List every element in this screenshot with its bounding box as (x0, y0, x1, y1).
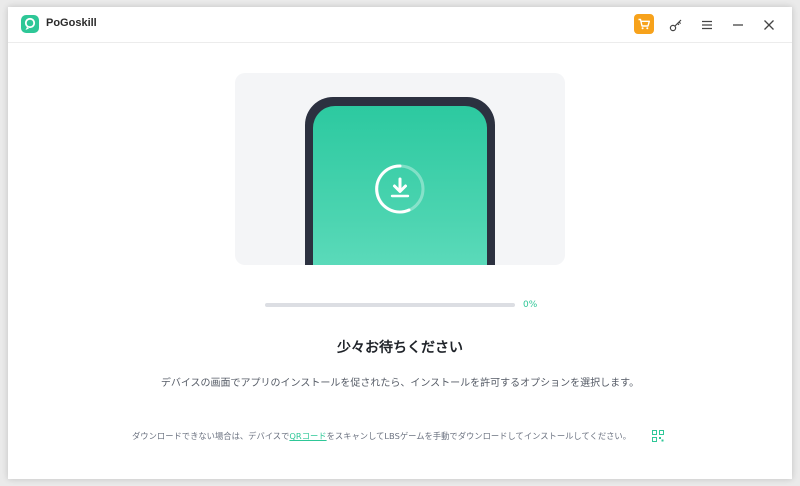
page-title: 少々お待ちください (337, 340, 463, 356)
app-title: PoGoskill (46, 17, 97, 29)
key-icon[interactable] (666, 15, 686, 35)
phone-screen (313, 106, 487, 265)
app-window: PoGoskill 0% 少々お待ちください デバイスの画面でアプリのインストー… (8, 7, 792, 479)
cart-icon[interactable] (634, 14, 654, 34)
title-bar: PoGoskill (8, 7, 792, 43)
minimize-icon[interactable] (728, 15, 748, 35)
close-icon[interactable] (759, 15, 779, 35)
qr-code-link[interactable]: QRコード (289, 431, 326, 441)
footer-text-before: ダウンロードできない場合は、デバイスで (132, 431, 290, 441)
app-logo-icon (21, 15, 39, 33)
download-progress-icon (375, 164, 425, 214)
menu-icon[interactable] (697, 15, 717, 35)
instruction-text: デバイスの画面でアプリのインストールを促されたら、インストールを許可するオプショ… (160, 378, 640, 389)
footer-note: ダウンロードできない場合は、デバイスでQRコードをスキャンしてLBSゲームを手動… (132, 430, 672, 442)
progress-bar (265, 303, 515, 307)
progress-percent: 0% (523, 300, 538, 310)
footer-text-after: をスキャンしてLBSゲームを手動でダウンロードしてインストールしてください。 (326, 431, 632, 441)
phone-illustration (235, 73, 565, 265)
phone-frame (305, 97, 495, 265)
qr-code-icon[interactable] (652, 430, 664, 442)
